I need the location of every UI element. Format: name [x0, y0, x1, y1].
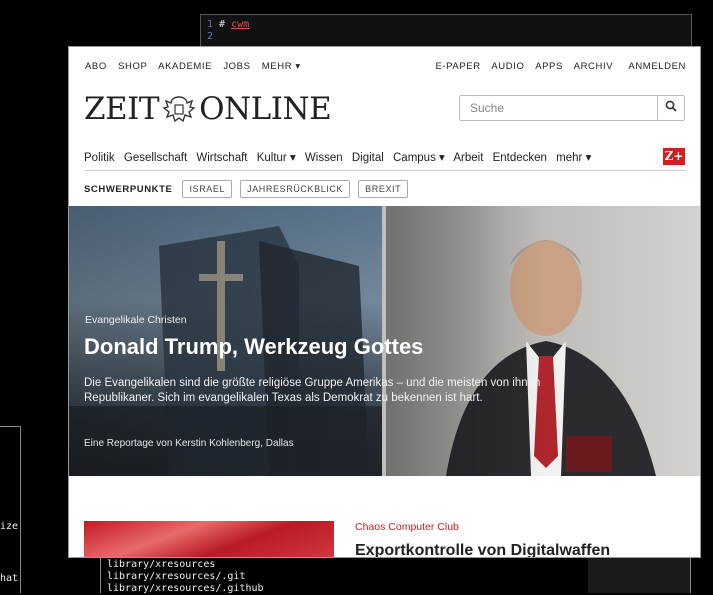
nav-link-epaper[interactable]: E-PAPER [435, 61, 480, 72]
terminal-text: hat [0, 573, 19, 584]
nav-link-apps[interactable]: APPS [535, 61, 563, 72]
nav-link-abo[interactable]: ABO [85, 61, 107, 72]
search-input[interactable] [468, 99, 652, 117]
terminal-text: ize [0, 521, 19, 532]
browser-window: ABO SHOP AKADEMIE JOBS MEHR ▾ E-PAPER AU… [68, 46, 701, 558]
hero-headline[interactable]: Donald Trump, Werkzeug Gottes [84, 334, 423, 360]
topic-tag-jahresrueckblick[interactable]: JAHRESRÜCKBLICK [240, 180, 351, 198]
schwerpunkte-label: SCHWERPUNKTE [84, 183, 173, 195]
top-navigation: ABO SHOP AKADEMIE JOBS MEHR ▾ E-PAPER AU… [85, 61, 686, 75]
nav-item-wirtschaft[interactable]: Wirtschaft [196, 152, 247, 164]
line-number: 2 [207, 31, 214, 42]
terminal-line: library/xresources/.github [107, 583, 264, 594]
comment-hash: # [219, 19, 226, 30]
article-title[interactable]: Exportkontrolle von Digitalwaffen [355, 542, 610, 557]
terminal-line: library/xresources/.git [107, 571, 246, 582]
nav-item-arbeit[interactable]: Arbeit [453, 152, 483, 164]
nav-item-kultur[interactable]: Kultur ▾ [257, 152, 296, 164]
main-navigation: Politik Gesellschaft Wirtschaft Kultur ▾… [84, 150, 597, 164]
search-icon [665, 99, 677, 117]
hero-teaser[interactable]: Evangelikale Christen Donald Trump, Werk… [69, 206, 700, 476]
nav-item-campus[interactable]: Campus ▾ [393, 152, 445, 164]
eagle-seal-icon [162, 94, 196, 124]
zplus-button[interactable]: Z+ [663, 148, 685, 165]
nav-item-wissen[interactable]: Wissen [305, 152, 343, 164]
nav-item-entdecken[interactable]: Entdecken [493, 152, 547, 164]
terminal-window-bottom: library/xresources library/xresources/.g… [100, 556, 591, 594]
article-kicker: Chaos Computer Club [355, 521, 459, 533]
hero-teaser-text: Die Evangelikalen sind die größte religi… [84, 377, 541, 404]
nav-link-archiv[interactable]: ARCHIV [574, 61, 614, 72]
nav-link-mehr[interactable]: MEHR ▾ [262, 61, 301, 72]
nav-item-politik[interactable]: Politik [84, 152, 115, 164]
hero-byline: Eine Reportage von Kerstin Kohlenberg, D… [84, 438, 294, 449]
nav-link-shop[interactable]: SHOP [118, 61, 147, 72]
nav-link-jobs[interactable]: JOBS [223, 61, 250, 72]
line-number: 1 [207, 19, 214, 30]
search-box [459, 95, 685, 121]
terminal-window-left: ize hat [0, 426, 21, 593]
nav-item-mehr[interactable]: mehr ▾ [556, 152, 591, 164]
nav-item-gesellschaft[interactable]: Gesellschaft [124, 152, 187, 164]
hero-kicker: Evangelikale Christen [85, 314, 187, 326]
nav-link-audio[interactable]: AUDIO [491, 61, 524, 72]
site-logo[interactable]: ZEIT ONLINE [84, 91, 332, 127]
schwerpunkte-bar: SCHWERPUNKTE ISRAEL JAHRESRÜCKBLICK BREX… [84, 180, 416, 198]
comment-word: cwm [231, 19, 250, 30]
search-button[interactable] [657, 96, 684, 120]
article-image[interactable] [84, 521, 334, 557]
terminal-line: library/xresources [107, 559, 216, 570]
topic-tag-israel[interactable]: ISRAEL [182, 180, 233, 198]
terminal-window-right [588, 556, 691, 593]
nav-link-akademie[interactable]: AKADEMIE [158, 61, 212, 72]
topic-tag-brexit[interactable]: BREXIT [358, 180, 409, 198]
login-link[interactable]: ANMELDEN [628, 61, 686, 72]
logo-text-left: ZEIT [84, 91, 160, 127]
nav-item-digital[interactable]: Digital [352, 152, 384, 164]
editor-content: 1 # cwm 2 [207, 19, 249, 43]
nav-divider [84, 170, 686, 171]
logo-text-right: ONLINE [199, 91, 332, 127]
